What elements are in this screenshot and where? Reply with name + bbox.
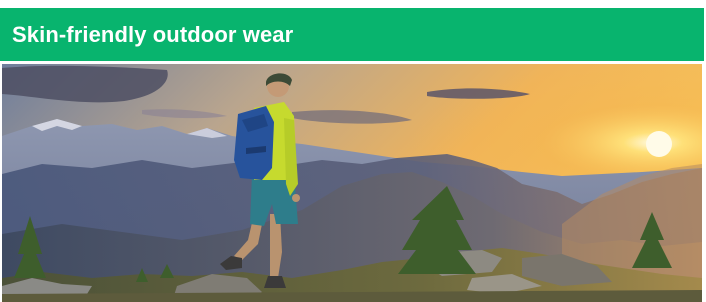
- hero-image: [2, 64, 702, 302]
- promo-banner: Skin-friendly outdoor wear: [0, 8, 704, 61]
- banner-title: Skin-friendly outdoor wear: [12, 21, 294, 47]
- hiker-mountain-sunset-photo: [2, 64, 702, 302]
